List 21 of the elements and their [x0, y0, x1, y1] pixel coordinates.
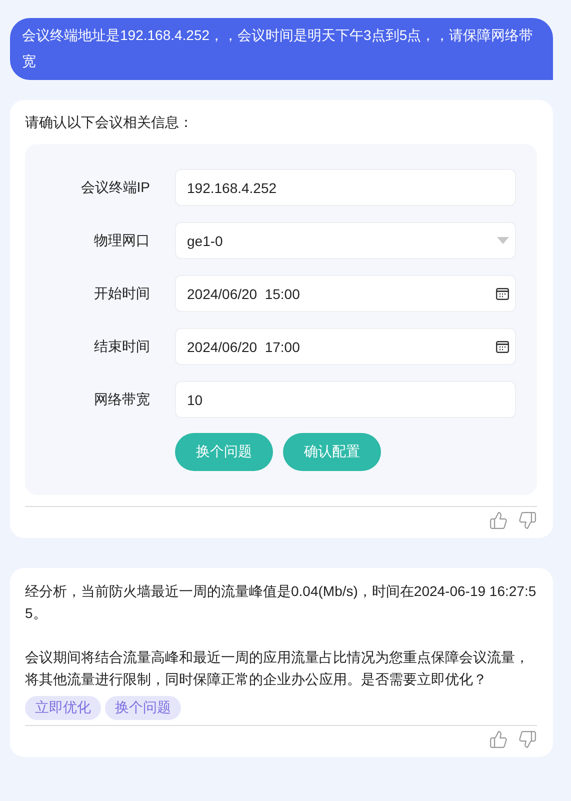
field-label: 会议终端IP: [80, 178, 151, 196]
date-field[interactable]: 2024/06/20 15:00: [175, 275, 516, 312]
date-field[interactable]: 2024/06/20 17:00: [175, 328, 516, 365]
thumbs-down-icon[interactable]: [518, 511, 537, 530]
user-message-bubble: 会议终端地址是192.168.4.252，，会议时间是明天下午3点到5点，，请保障网络带宽: [10, 18, 553, 80]
intro-text: 请确认以下会议相关信息：: [25, 113, 194, 132]
calendar-icon: [496, 340, 509, 352]
field-label: 物理网口: [93, 232, 151, 250]
thumbs-down-icon[interactable]: [518, 730, 537, 749]
thumbs-up-icon[interactable]: [489, 511, 508, 530]
field-label: 开始时间: [93, 284, 151, 302]
analysis-paragraph: 经分析，当前防火墙最近一周的流量峰值是0.04(Mb/s)，时间在2024-06-19 16:27:55。: [25, 582, 537, 623]
input-field[interactable]: 10: [175, 381, 516, 418]
analysis-paragraph: 会议期间将结合流量高峰和最近一周的应用流量占比情况为您重点保障会议流量，将其他流量进行限制，同时保障正常的企业办公应用。是否需要立即优化？: [25, 648, 530, 689]
select-field[interactable]: ge1-0: [175, 222, 516, 259]
field-label: 结束时间: [93, 338, 151, 356]
input-field[interactable]: 192.168.4.252: [175, 169, 516, 206]
dropdown-caret-icon: [497, 237, 509, 244]
thumbs-up-icon[interactable]: [489, 730, 508, 749]
calendar-icon: [496, 288, 509, 300]
field-label: 网络带宽: [93, 390, 151, 408]
